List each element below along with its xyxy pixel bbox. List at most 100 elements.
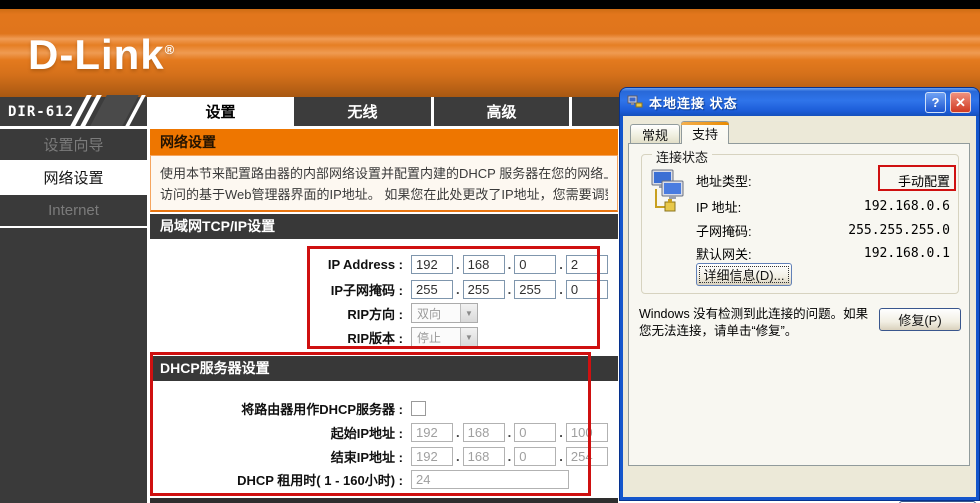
tab-advanced[interactable]: 高级 — [434, 97, 569, 126]
dhcp-end-octet-input[interactable] — [411, 447, 453, 466]
notice-line: 您无法连接，请单击“修复”。 — [639, 323, 885, 340]
description-line: 访问的基于Web管理器界面的IP地址。 如果您在此处更改了IP地址，您需要调整您… — [160, 184, 608, 205]
dhcp-start-octet-input[interactable] — [566, 423, 608, 442]
sidebar-item-internet[interactable]: Internet — [0, 195, 147, 228]
dhcp-start-octet-input[interactable] — [463, 423, 505, 442]
description-box: 使用本节来配置路由器的内部网络设置并配置内建的DHCP 服务器在您的网络上分配I… — [150, 155, 618, 212]
dialog-titlebar[interactable]: 本地连接 状态 ? ✕ — [620, 88, 979, 116]
dhcp-lease-row: DHCP 租用时( 1 - 160小时) : — [150, 468, 618, 490]
chevron-down-icon: ▼ — [460, 304, 477, 322]
octet-separator: . — [508, 257, 512, 272]
tab-general[interactable]: 常规 — [630, 124, 680, 143]
model-label: DIR-612 — [8, 104, 74, 120]
ip-octet-input[interactable] — [514, 255, 556, 274]
mask-octet-input[interactable] — [411, 280, 453, 299]
default-gateway-label: 默认网关: — [696, 244, 752, 263]
dhcp-end-octet-input[interactable] — [463, 447, 505, 466]
subnet-mask-label: IP子网掩码 : — [150, 280, 403, 299]
tab-setup[interactable]: 设置 — [150, 97, 291, 126]
subnet-mask-row: IP子网掩码 : . . . — [150, 278, 618, 300]
sidebar-item-network-settings[interactable]: 网络设置 — [0, 162, 147, 195]
connection-status-group: 连接状态 地址类型: 手动配置 — [641, 154, 959, 294]
dlink-logo: D-Link® — [28, 31, 175, 79]
close-icon[interactable]: ✕ — [950, 92, 971, 113]
octet-separator: . — [508, 282, 512, 297]
dhcp-start-label: 起始IP地址 : — [150, 423, 403, 442]
octet-separator: . — [559, 282, 563, 297]
chevron-down-icon: ▼ — [460, 328, 477, 346]
rip-version-row: RIP版本 : 停止 ▼ — [150, 326, 618, 348]
group-title: 连接状态 — [652, 147, 712, 166]
ip-octet-input[interactable] — [566, 255, 608, 274]
support-tab-page: 连接状态 地址类型: 手动配置 — [628, 143, 970, 466]
local-connection-status-dialog: 本地连接 状态 ? ✕ 常规 支持 连接状态 — [620, 88, 979, 500]
address-type-label: 地址类型: — [696, 171, 752, 190]
octet-separator: . — [559, 449, 563, 464]
main-content: 网络设置 使用本节来配置路由器的内部网络设置并配置内建的DHCP 服务器在您的网… — [150, 129, 618, 503]
repair-button[interactable]: 修复(P) — [879, 308, 961, 331]
ip-address-row: IP Address : . . . — [150, 253, 618, 275]
dhcp-end-row: 结束IP地址 : . . . — [150, 445, 618, 467]
octet-separator: . — [456, 425, 460, 440]
two-computers-icon — [650, 169, 688, 215]
rip-direction-value: 双向 — [412, 305, 460, 322]
subnet-mask-value: 255.255.255.0 — [848, 223, 950, 238]
rip-direction-select[interactable]: 双向 ▼ — [411, 303, 478, 323]
dhcp-enable-checkbox[interactable] — [411, 401, 426, 416]
lan-section-header: 局域网TCP/IP设置 — [150, 214, 618, 239]
ip-octet-input[interactable] — [411, 255, 453, 274]
ip-octet-input[interactable] — [463, 255, 505, 274]
tab-support[interactable]: 支持 — [681, 121, 729, 144]
logo-text: D-Link — [28, 31, 165, 78]
dhcp-end-octet-input[interactable] — [514, 447, 556, 466]
rip-version-label: RIP版本 : — [150, 328, 403, 347]
description-line: 使用本节来配置路由器的内部网络设置并配置内建的DHCP 服务器在您的网络上分配I… — [160, 163, 608, 184]
model-cell: DIR-612 — [0, 97, 147, 126]
notice-line: Windows 没有检测到此连接的问题。如果 — [639, 306, 885, 323]
help-button[interactable]: ? — [925, 92, 946, 113]
sidebar: 设置向导 网络设置 Internet — [0, 129, 147, 503]
subnet-mask-label: 子网掩码: — [696, 221, 752, 240]
octet-separator: . — [559, 425, 563, 440]
ip-address-row: IP 地址: 192.168.0.6 — [696, 197, 950, 215]
dhcp-end-octet-input[interactable] — [566, 447, 608, 466]
rip-version-select[interactable]: 停止 ▼ — [411, 327, 478, 347]
dhcp-lease-input[interactable] — [411, 470, 569, 489]
rip-direction-row: RIP方向 : 双向 ▼ — [150, 302, 618, 324]
dhcp-lease-label: DHCP 租用时( 1 - 160小时) : — [150, 470, 403, 489]
section-title: 网络设置 — [150, 129, 618, 155]
dhcp-end-label: 结束IP地址 : — [150, 447, 403, 466]
ip-address-value: 192.168.0.6 — [864, 199, 950, 214]
mask-octet-input[interactable] — [514, 280, 556, 299]
dialog-title: 本地连接 状态 — [649, 93, 738, 112]
tab-wireless[interactable]: 无线 — [294, 97, 431, 126]
default-gateway-value: 192.168.0.1 — [864, 246, 950, 261]
octet-separator: . — [456, 449, 460, 464]
mask-octet-input[interactable] — [463, 280, 505, 299]
brand-banner: D-Link® — [0, 9, 980, 97]
octet-separator: . — [456, 282, 460, 297]
sidebar-item-wizard[interactable]: 设置向导 — [0, 129, 147, 162]
dhcp-start-octet-input[interactable] — [411, 423, 453, 442]
repair-notice: Windows 没有检测到此连接的问题。如果 您无法连接，请单击“修复”。 — [639, 306, 885, 340]
octet-separator: . — [559, 257, 563, 272]
next-section-header-partial — [150, 498, 618, 503]
details-button[interactable]: 详细信息(D)... — [696, 263, 792, 286]
address-type-value: 手动配置 — [898, 171, 950, 190]
registered-mark: ® — [165, 42, 176, 57]
dhcp-start-row: 起始IP地址 : . . . — [150, 421, 618, 443]
mask-octet-input[interactable] — [566, 280, 608, 299]
rip-direction-label: RIP方向 : — [150, 304, 403, 323]
octet-separator: . — [508, 425, 512, 440]
dhcp-enable-label: 将路由器用作DHCP服务器 : — [150, 399, 403, 418]
dhcp-section-header: DHCP服务器设置 — [150, 356, 618, 381]
octet-separator: . — [508, 449, 512, 464]
address-type-row: 地址类型: 手动配置 — [696, 171, 950, 189]
subnet-mask-row: 子网掩码: 255.255.255.0 — [696, 221, 950, 239]
network-connection-icon — [627, 94, 643, 110]
ip-address-label: IP 地址: — [696, 197, 741, 216]
dhcp-enable-row: 将路由器用作DHCP服务器 : — [150, 397, 618, 419]
dhcp-start-octet-input[interactable] — [514, 423, 556, 442]
ip-address-label: IP Address : — [150, 257, 403, 272]
screen: D-Link® DIR-612 设置 无线 高级 设置向导 网络设置 Inter… — [0, 0, 980, 503]
